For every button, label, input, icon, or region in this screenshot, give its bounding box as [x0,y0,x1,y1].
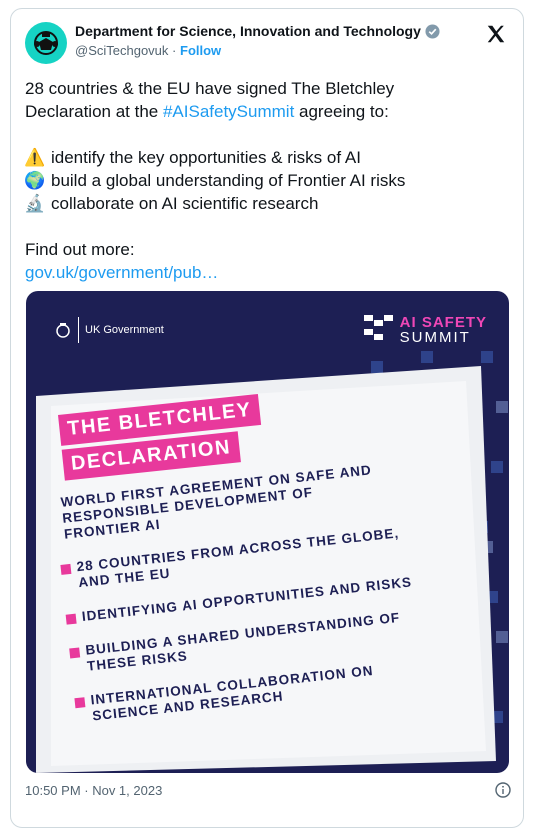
bullet-item: 🔬 collaborate on AI scientific research [24,192,511,215]
hashtag-link[interactable]: #AISafetySummit [163,102,294,121]
x-logo-icon[interactable] [485,23,507,45]
warning-icon: ⚠️ [24,148,46,167]
globe-icon: 🌍 [24,171,46,190]
royal-crest-icon [56,323,70,338]
media-image[interactable]: UK Government AI SAFETY SUMMIT THE BLETC… [26,291,509,773]
follow-button[interactable]: Follow [180,43,221,58]
verified-badge-icon [425,23,440,39]
intro-line: 28 countries & the EU have signed The Bl… [25,79,395,98]
tweet-text: 28 countries & the EU have signed The Bl… [24,77,511,284]
royal-crest-icon [34,31,58,55]
declaration-list: 28 COUNTRIES FROM ACROSS THE GLOBE, AND … [60,523,437,744]
avatar[interactable] [25,22,67,64]
uk-government-logo: UK Government [54,317,164,343]
bullet-item: ⚠️ identify the key opportunities & risk… [24,146,511,169]
bullet-text: build a global understanding of Frontier… [51,171,406,190]
account-name[interactable]: Department for Science, Innovation and T… [75,23,421,39]
microscope-icon: 🔬 [24,194,46,213]
bullet-item: 🌍 build a global understanding of Fronti… [24,169,511,192]
gov-uk-link[interactable]: gov.uk/government/pub… [25,263,218,282]
account-handle[interactable]: @SciTechgovuk [75,43,168,58]
bullet-text: collaborate on AI scientific research [51,194,319,213]
uk-government-text: UK Government [85,324,164,336]
ai-safety-summit-logo: AI SAFETY SUMMIT [363,314,487,346]
intro-line: Declaration at the [25,102,163,121]
summit-text: SUMMIT [399,329,471,346]
timestamp[interactable]: 10:50 PM · Nov 1, 2023 [25,783,162,798]
separator: · [172,43,177,58]
intro-line: agreeing to: [294,102,389,121]
info-icon[interactable] [495,782,511,798]
ai-safety-text: AI SAFETY [399,314,487,331]
bullet-text: identify the key opportunities & risks o… [51,148,361,167]
summit-blocks-icon [363,315,393,340]
find-out-label: Find out more: [25,240,135,259]
tweet-card[interactable]: Department for Science, Innovation and T… [10,8,524,828]
